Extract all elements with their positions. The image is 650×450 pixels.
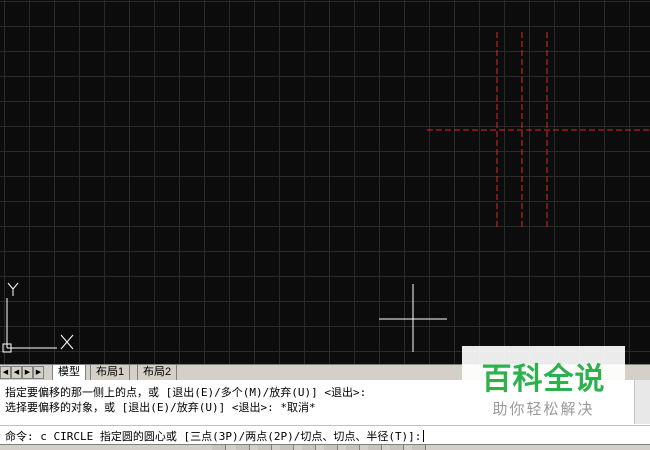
crosshair-cursor — [379, 284, 447, 352]
command-input[interactable]: 命令: c CIRCLE 指定圆的圆心或 [三点(3P)/两点(2P)/切点、切… — [5, 428, 425, 444]
status-button[interactable] — [236, 445, 250, 450]
status-button[interactable] — [280, 445, 294, 450]
drawing-canvas[interactable] — [0, 0, 650, 364]
status-button[interactable] — [412, 445, 426, 450]
prev-tab-icon[interactable]: ◀ — [11, 366, 22, 379]
command-history-line-2: 选择要偏移的对象，或 [退出(E)/放弃(U)] <退出>: *取消* — [5, 401, 316, 414]
watermark-logo: 百科全说 助你轻松解决 — [462, 346, 625, 424]
status-button[interactable] — [368, 445, 382, 450]
watermark-title: 百科全说 — [481, 362, 606, 397]
tab-model[interactable]: 模型 — [52, 365, 86, 380]
text-caret — [423, 430, 425, 442]
status-bar — [0, 444, 650, 450]
command-scrollbar[interactable] — [634, 380, 650, 424]
status-button[interactable] — [390, 445, 404, 450]
status-button[interactable] — [346, 445, 360, 450]
tab-layout2[interactable]: 布局2 — [137, 365, 178, 380]
watermark-subtitle: 助你轻松解决 — [492, 400, 595, 418]
status-button[interactable] — [258, 445, 272, 450]
tab-layout1[interactable]: 布局1 — [90, 365, 131, 380]
ucs-icon — [2, 282, 74, 353]
first-tab-icon[interactable]: ◀ — [0, 366, 11, 379]
drawing-area[interactable] — [0, 0, 650, 364]
status-button[interactable] — [212, 445, 226, 450]
last-tab-icon[interactable]: ▶ — [33, 366, 44, 379]
command-divider — [0, 425, 650, 426]
status-button[interactable] — [302, 445, 316, 450]
command-prompt: 命令: c CIRCLE 指定圆的圆心或 [三点(3P)/两点(2P)/切点、切… — [5, 430, 422, 443]
command-history-line-1: 指定要偏移的那一侧上的点，或 [退出(E)/多个(M)/放弃(U)] <退出>: — [5, 386, 367, 399]
next-tab-icon[interactable]: ▶ — [22, 366, 33, 379]
status-button[interactable] — [324, 445, 338, 450]
